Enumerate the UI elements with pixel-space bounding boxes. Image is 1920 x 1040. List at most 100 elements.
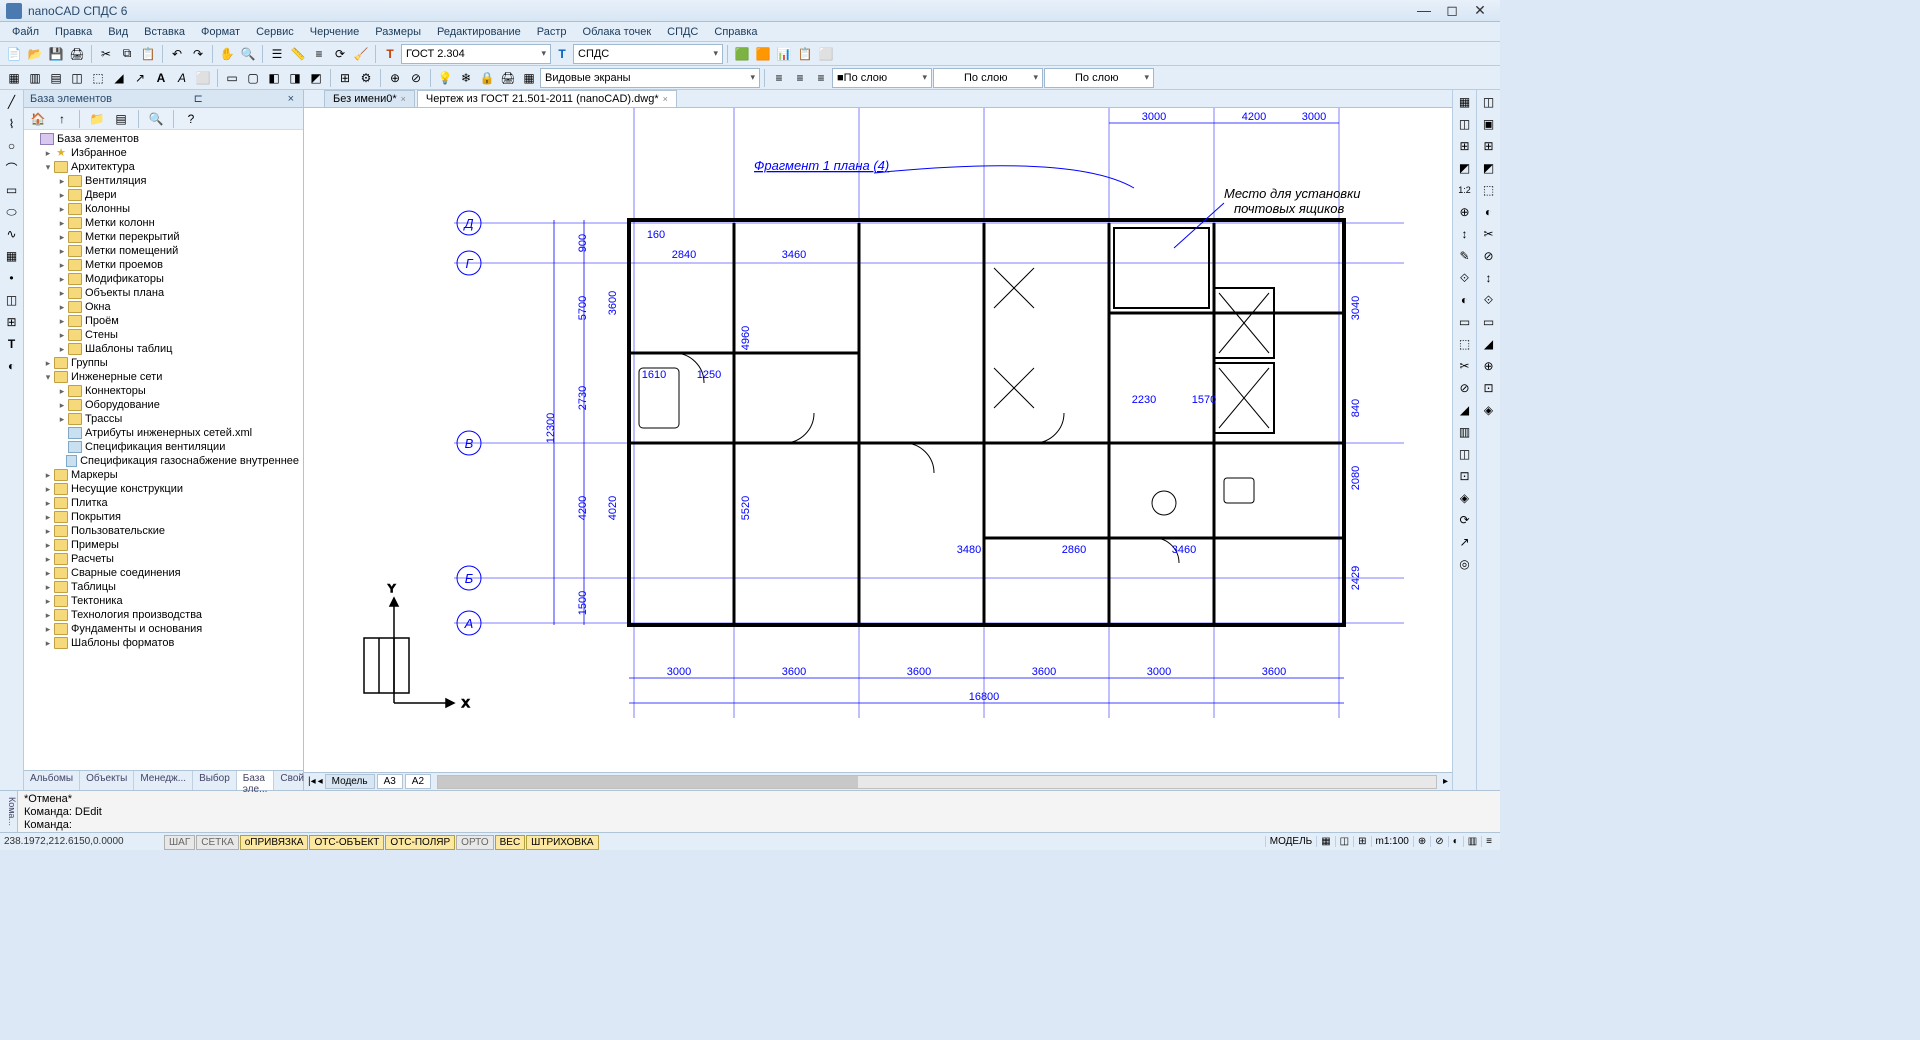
db3-icon[interactable]: 📊 bbox=[774, 44, 794, 64]
tree-node[interactable]: ▸Фундаменты и основания bbox=[24, 622, 303, 636]
tree-node[interactable]: ▸Коннекторы bbox=[24, 384, 303, 398]
tree-node[interactable]: ▸Маркеры bbox=[24, 468, 303, 482]
tree-node[interactable]: ▸Стены bbox=[24, 328, 303, 342]
s9-icon[interactable]: A bbox=[172, 68, 192, 88]
combo-lweight2[interactable]: По слою▾ bbox=[1044, 68, 1154, 88]
tree-node[interactable]: ▸Пользовательские bbox=[24, 524, 303, 538]
tree-node[interactable]: ▸Плитка bbox=[24, 496, 303, 510]
tab-close-icon[interactable]: × bbox=[401, 94, 406, 104]
status-toggle[interactable]: ОРТО bbox=[456, 835, 493, 850]
lay1-icon[interactable]: ≡ bbox=[769, 68, 789, 88]
menu-clouds[interactable]: Облака точек bbox=[575, 24, 660, 40]
menu-help[interactable]: Справка bbox=[706, 24, 765, 40]
r6-icon[interactable]: ⊕ bbox=[1455, 202, 1475, 222]
r21-icon[interactable]: ↗ bbox=[1455, 532, 1475, 552]
r4-icon[interactable]: ◩ bbox=[1455, 158, 1475, 178]
status-icon4[interactable]: ⊕ bbox=[1413, 836, 1430, 847]
s11-icon[interactable]: ▭ bbox=[222, 68, 242, 88]
document-tab[interactable]: Чертеж из ГОСТ 21.501-2011 (nanoCAD).dwg… bbox=[417, 90, 677, 107]
tree-node[interactable]: ▸★Избранное bbox=[24, 146, 303, 160]
s10-icon[interactable]: ⬜ bbox=[193, 68, 213, 88]
r3-icon[interactable]: ⊞ bbox=[1455, 136, 1475, 156]
db4-icon[interactable]: 📋 bbox=[795, 44, 815, 64]
tree-node[interactable]: ▸Сварные соединения bbox=[24, 566, 303, 580]
sidebar-tab[interactable]: Альбомы bbox=[24, 771, 80, 790]
r7-icon[interactable]: ↕ bbox=[1455, 224, 1475, 244]
close-button[interactable]: ✕ bbox=[1466, 2, 1494, 20]
rr10-icon[interactable]: ⟐ bbox=[1479, 290, 1499, 310]
s4-icon[interactable]: ◫ bbox=[67, 68, 87, 88]
combo-lweight1[interactable]: По слою▾ bbox=[933, 68, 1043, 88]
r11-icon[interactable]: ▭ bbox=[1455, 312, 1475, 332]
status-toggle[interactable]: ВЕС bbox=[495, 835, 526, 850]
rr3-icon[interactable]: ⊞ bbox=[1479, 136, 1499, 156]
r10-icon[interactable]: ◐ bbox=[1455, 290, 1475, 310]
rr8-icon[interactable]: ⊘ bbox=[1479, 246, 1499, 266]
s3-icon[interactable]: ▤ bbox=[46, 68, 66, 88]
rr13-icon[interactable]: ⊕ bbox=[1479, 356, 1499, 376]
props-icon[interactable]: ☰ bbox=[267, 44, 287, 64]
tree-node[interactable]: ▾Инженерные сети bbox=[24, 370, 303, 384]
undo-icon[interactable]: ↶ bbox=[167, 44, 187, 64]
s21-icon[interactable]: ❄ bbox=[456, 68, 476, 88]
db5-icon[interactable]: ⬜ bbox=[816, 44, 836, 64]
sb-help-icon[interactable]: ? bbox=[181, 109, 201, 129]
r18-icon[interactable]: ⊡ bbox=[1455, 466, 1475, 486]
element-tree[interactable]: База элементов▸★Избранное▾Архитектура▸Ве… bbox=[24, 130, 303, 770]
tree-node[interactable]: ▸Метки проемов bbox=[24, 258, 303, 272]
s14-icon[interactable]: ◨ bbox=[285, 68, 305, 88]
tree-node[interactable]: ▸Трассы bbox=[24, 412, 303, 426]
zoom-icon[interactable]: 🔍 bbox=[238, 44, 258, 64]
r12-icon[interactable]: ⬚ bbox=[1455, 334, 1475, 354]
block-icon[interactable]: ◫ bbox=[2, 290, 22, 310]
s15-icon[interactable]: ◩ bbox=[306, 68, 326, 88]
menu-tools[interactable]: Сервис bbox=[248, 24, 302, 40]
tab-nav-first[interactable]: |◂ bbox=[308, 776, 316, 787]
db1-icon[interactable]: 🟩 bbox=[732, 44, 752, 64]
line-icon[interactable]: ╱ bbox=[2, 92, 22, 112]
sidebar-close-icon[interactable]: × bbox=[285, 93, 297, 105]
status-toggle[interactable]: ОТС-ПОЛЯР bbox=[385, 835, 455, 850]
status-toggle[interactable]: ШТРИХОВКА bbox=[526, 835, 598, 850]
tree-node[interactable]: ▸Шаблоны таблиц bbox=[24, 342, 303, 356]
spline-icon[interactable]: ∿ bbox=[2, 224, 22, 244]
rr11-icon[interactable]: ▭ bbox=[1479, 312, 1499, 332]
document-tab[interactable]: Без имени0*× bbox=[324, 90, 415, 107]
save-icon[interactable]: 💾 bbox=[46, 44, 66, 64]
canvas[interactable]: Д Г В Б А bbox=[304, 108, 1452, 772]
tab-close-icon[interactable]: × bbox=[663, 94, 668, 104]
r2-icon[interactable]: ◫ bbox=[1455, 114, 1475, 134]
r17-icon[interactable]: ◫ bbox=[1455, 444, 1475, 464]
s1-icon[interactable]: ▦ bbox=[4, 68, 24, 88]
rr9-icon[interactable]: ↕ bbox=[1479, 268, 1499, 288]
tab-nav-prev[interactable]: ◂ bbox=[318, 776, 323, 787]
tree-node[interactable]: ▸Метки помещений bbox=[24, 244, 303, 258]
menu-modify[interactable]: Редактирование bbox=[429, 24, 529, 40]
menu-file[interactable]: Файл bbox=[4, 24, 47, 40]
r9-icon[interactable]: ⟐ bbox=[1455, 268, 1475, 288]
sidebar-tab[interactable]: Менедж... bbox=[134, 771, 193, 790]
s22-icon[interactable]: 🔒 bbox=[477, 68, 497, 88]
menu-draw[interactable]: Черчение bbox=[302, 24, 368, 40]
r1-icon[interactable]: ▦ bbox=[1455, 92, 1475, 112]
tab-a2[interactable]: А2 bbox=[405, 774, 431, 789]
s2-icon[interactable]: ▥ bbox=[25, 68, 45, 88]
rr1-icon[interactable]: ◫ bbox=[1479, 92, 1499, 112]
tree-node[interactable]: База элементов bbox=[24, 132, 303, 146]
s18-icon[interactable]: ⊕ bbox=[385, 68, 405, 88]
menu-insert[interactable]: Вставка bbox=[136, 24, 193, 40]
tab-model[interactable]: Модель bbox=[325, 774, 375, 789]
tree-node[interactable]: ▸Оборудование bbox=[24, 398, 303, 412]
sb-home-icon[interactable]: 🏠 bbox=[28, 109, 48, 129]
maximize-button[interactable]: ◻ bbox=[1438, 2, 1466, 20]
combo-screens[interactable]: Видовые экраны▾ bbox=[540, 68, 760, 88]
sidebar-pin-icon[interactable]: ⊏ bbox=[190, 92, 207, 105]
status-icon1[interactable]: ▦ bbox=[1316, 836, 1334, 847]
s8-icon[interactable]: A bbox=[151, 68, 171, 88]
combo-spds[interactable]: СПДС▾ bbox=[573, 44, 723, 64]
tree-node[interactable]: ▸Покрытия bbox=[24, 510, 303, 524]
sidebar-tab[interactable]: Объекты bbox=[80, 771, 134, 790]
cut-icon[interactable]: ✂ bbox=[96, 44, 116, 64]
dist-icon[interactable]: 📏 bbox=[288, 44, 308, 64]
tree-node[interactable]: ▸Двери bbox=[24, 188, 303, 202]
